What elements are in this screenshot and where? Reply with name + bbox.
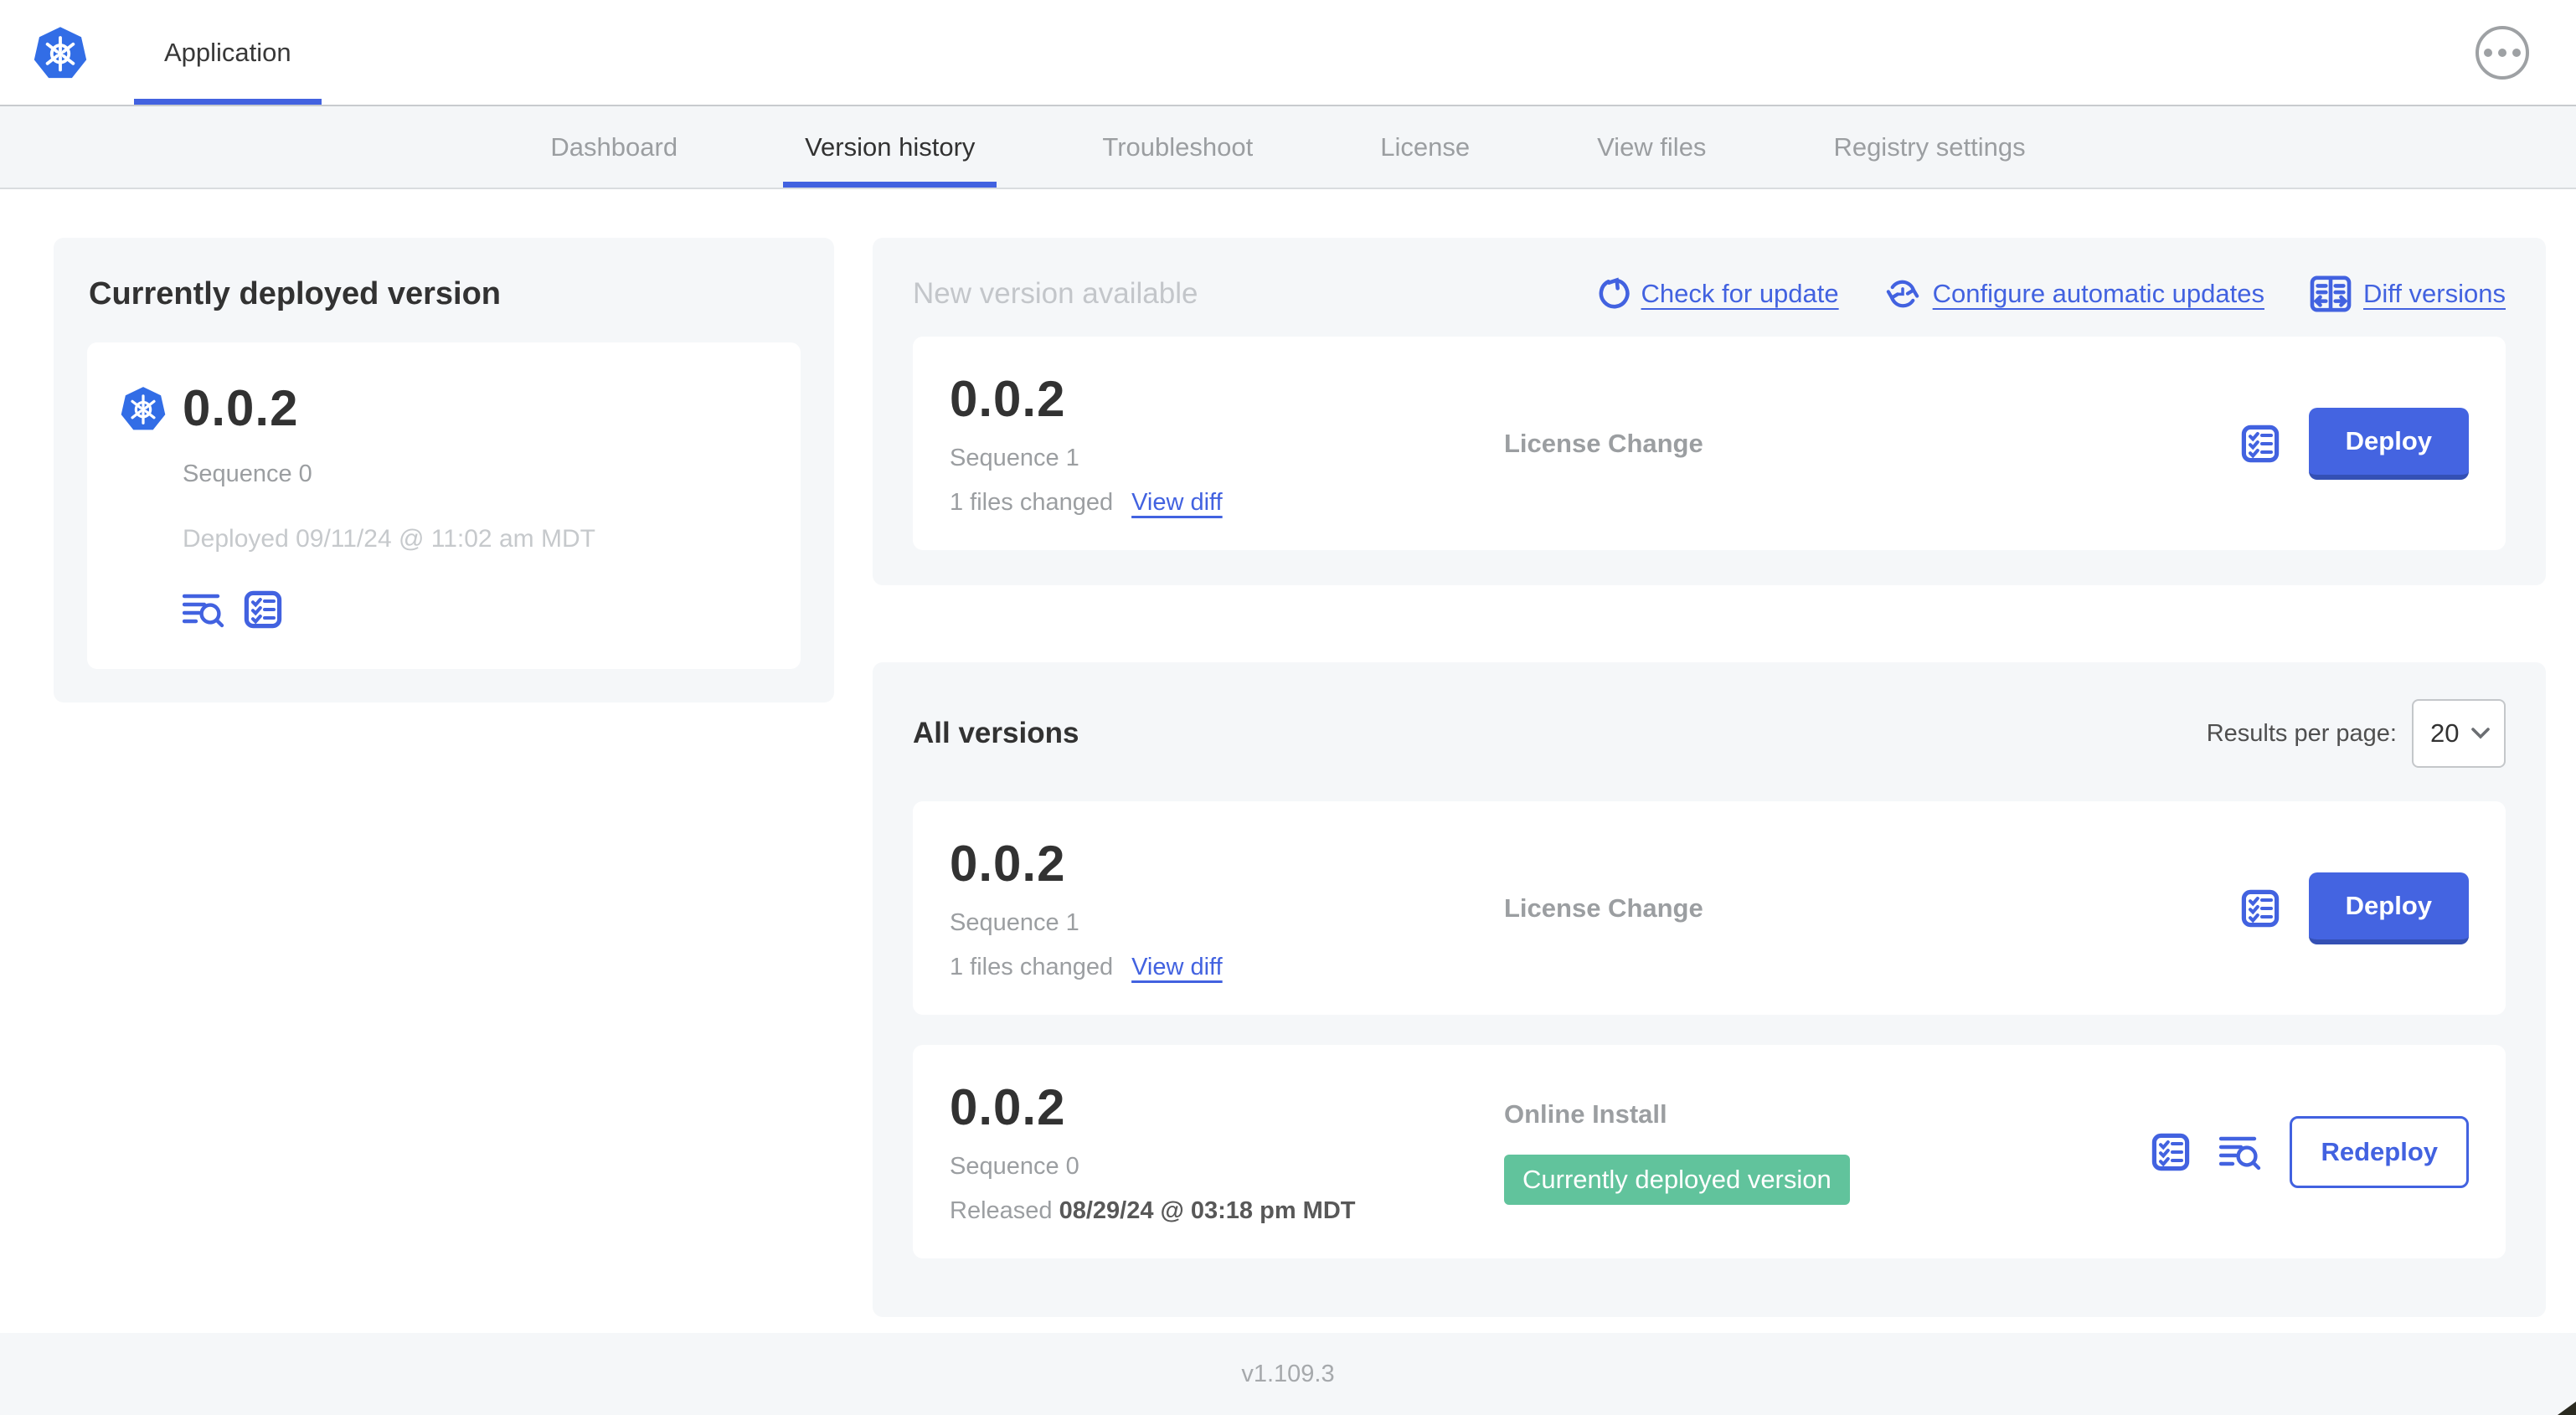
current-version-sequence: Sequence 0	[183, 461, 312, 487]
version-source: Online Install	[1504, 1099, 1667, 1129]
version-number: 0.0.2	[950, 1079, 1066, 1135]
all-versions-title: All versions	[913, 717, 1079, 749]
ellipsis-icon	[2484, 48, 2492, 57]
kubernetes-logo-icon	[33, 24, 87, 81]
admin-console-version: v1.109.3	[1241, 1360, 1335, 1387]
deploy-button[interactable]: Deploy	[2308, 407, 2469, 480]
new-version-title: New version available	[913, 277, 1198, 310]
version-source: License Change	[1504, 428, 1703, 458]
files-changed-label: 1 files changed	[950, 954, 1114, 980]
config-checklist-icon[interactable]	[243, 589, 283, 630]
app-tab-label: Application	[164, 37, 291, 67]
diff-versions-link[interactable]: Diff versions	[2310, 275, 2506, 313]
current-version-title: Currently deployed version	[89, 276, 502, 311]
refresh-icon	[1595, 276, 1630, 311]
chevron-down-icon	[2470, 727, 2491, 740]
new-version-section: New version available Check for update C…	[873, 238, 2546, 585]
section-nav: Dashboard Version history Troubleshoot L…	[0, 106, 2576, 189]
deploy-button[interactable]: Deploy	[2308, 872, 2469, 944]
kubernetes-app-icon	[121, 384, 166, 433]
current-version-panel: Currently deployed version 0.0.2 Sequenc…	[54, 238, 834, 702]
version-number: 0.0.2	[950, 836, 1066, 892]
version-source: License Change	[1504, 893, 1703, 923]
view-logs-icon[interactable]	[2219, 1133, 2261, 1171]
active-tab-indicator	[134, 99, 322, 105]
config-checklist-icon[interactable]	[2240, 423, 2280, 465]
tab-version-history[interactable]: Version history	[783, 106, 997, 188]
tab-view-files[interactable]: View files	[1597, 106, 1706, 188]
files-changed-label: 1 files changed	[950, 489, 1114, 516]
current-version-deployed-timestamp: Deployed 09/11/24 @ 11:02 am MDT	[183, 525, 595, 553]
check-for-update-link[interactable]: Check for update	[1595, 276, 1839, 311]
view-diff-link[interactable]: View diff	[1131, 489, 1223, 517]
app-tab[interactable]: Application	[134, 0, 322, 105]
more-options-button[interactable]	[2476, 25, 2529, 80]
config-checklist-icon[interactable]	[2151, 1131, 2191, 1173]
version-sequence: Sequence 0	[950, 1153, 1079, 1180]
main-content: Currently deployed version 0.0.2 Sequenc…	[0, 189, 2576, 1317]
version-row: 0.0.2 Sequence 0 Released 08/29/24 @ 03:…	[913, 1045, 2506, 1258]
diff-icon	[2310, 275, 2352, 313]
tab-troubleshoot[interactable]: Troubleshoot	[1102, 106, 1253, 188]
released-timestamp: 08/29/24 @ 03:18 pm MDT	[1059, 1197, 1356, 1224]
current-version-number: 0.0.2	[183, 380, 299, 436]
tab-license[interactable]: License	[1380, 106, 1470, 188]
view-logs-icon[interactable]	[183, 590, 224, 629]
configure-automatic-updates-link[interactable]: Configure automatic updates	[1884, 276, 2264, 311]
all-versions-section: All versions Results per page: 20 0.0.2 …	[873, 662, 2546, 1317]
view-diff-link[interactable]: View diff	[1131, 954, 1223, 981]
tab-registry-settings[interactable]: Registry settings	[1833, 106, 2025, 188]
results-per-page-select[interactable]: 20	[2412, 699, 2506, 768]
right-column: New version available Check for update C…	[873, 238, 2546, 1317]
tab-dashboard[interactable]: Dashboard	[550, 106, 677, 188]
version-sequence: Sequence 1	[950, 909, 1079, 936]
version-sequence: Sequence 1	[950, 445, 1079, 471]
app-footer: v1.109.3	[0, 1333, 2576, 1415]
released-label: Released	[950, 1197, 1053, 1224]
currently-deployed-badge: Currently deployed version	[1504, 1154, 1850, 1205]
current-version-card: 0.0.2 Sequence 0 Deployed 09/11/24 @ 11:…	[87, 342, 801, 669]
redeploy-button[interactable]: Redeploy	[2290, 1115, 2469, 1188]
auto-update-clock-icon	[1884, 276, 1921, 311]
config-checklist-icon[interactable]	[2240, 888, 2280, 929]
version-row: 0.0.2 Sequence 1 1 files changed View di…	[913, 801, 2506, 1015]
new-version-row: 0.0.2 Sequence 1 1 files changed View di…	[913, 337, 2506, 550]
app-header: Application	[0, 0, 2576, 106]
results-per-page-label: Results per page:	[2206, 719, 2397, 747]
version-number: 0.0.2	[950, 371, 1066, 427]
